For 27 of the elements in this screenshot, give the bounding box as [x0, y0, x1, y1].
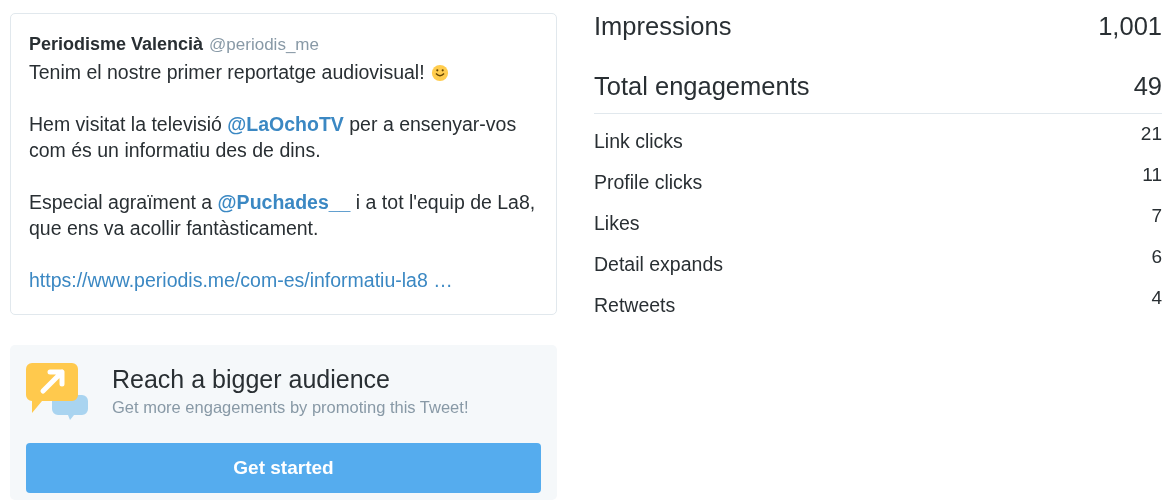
metric-label: Profile clicks: [594, 171, 703, 194]
metric-value: 49: [1133, 73, 1162, 99]
smiley-icon: [430, 64, 449, 82]
metric-value: 4: [1151, 287, 1162, 309]
metric-value: 11: [1142, 164, 1162, 186]
author-name[interactable]: Periodisme Valencià: [29, 34, 204, 55]
get-started-button[interactable]: Get started: [26, 443, 541, 493]
metric-value: 6: [1151, 246, 1162, 268]
metric-label: Retweets: [594, 294, 676, 317]
metric-value: 7: [1151, 205, 1162, 227]
tweet-paragraph: Especial agraïment a @Puchades__ i a tot l'equip de La8, que ens va acollir fantàsticament.: [29, 190, 537, 241]
metric-label: Link clicks: [594, 130, 683, 153]
promo-title: Reach a bigger audience: [112, 365, 391, 394]
metric-value: 21: [1140, 123, 1162, 145]
metric-label: Detail expands: [594, 253, 723, 276]
tweet-paragraph: Hem visitat la televisió @LaOchoTV per a ensenyar-vos com és un informatiu des de dins.: [29, 112, 518, 163]
mention-link[interactable]: @Puchades__: [217, 191, 351, 213]
metric-label: Impressions: [594, 13, 732, 39]
mention-link[interactable]: @LaOchoTV: [227, 113, 344, 135]
promo-subtitle: Get more engagements by promoting this Tweet!: [112, 398, 469, 417]
speech-bubbles-icon: [26, 361, 90, 421]
metric-label: Total engagements: [594, 73, 810, 99]
metric-label: Likes: [594, 212, 640, 235]
url-link[interactable]: https://www.periodis.me/com-es/informatiu-la8 …: [29, 269, 453, 291]
metric-value: 1,001: [1098, 13, 1162, 39]
author-handle[interactable]: @periodis_me: [209, 35, 319, 55]
tweet-paragraph: Tenim el nostre primer reportatge audiovisual!: [29, 59, 538, 85]
